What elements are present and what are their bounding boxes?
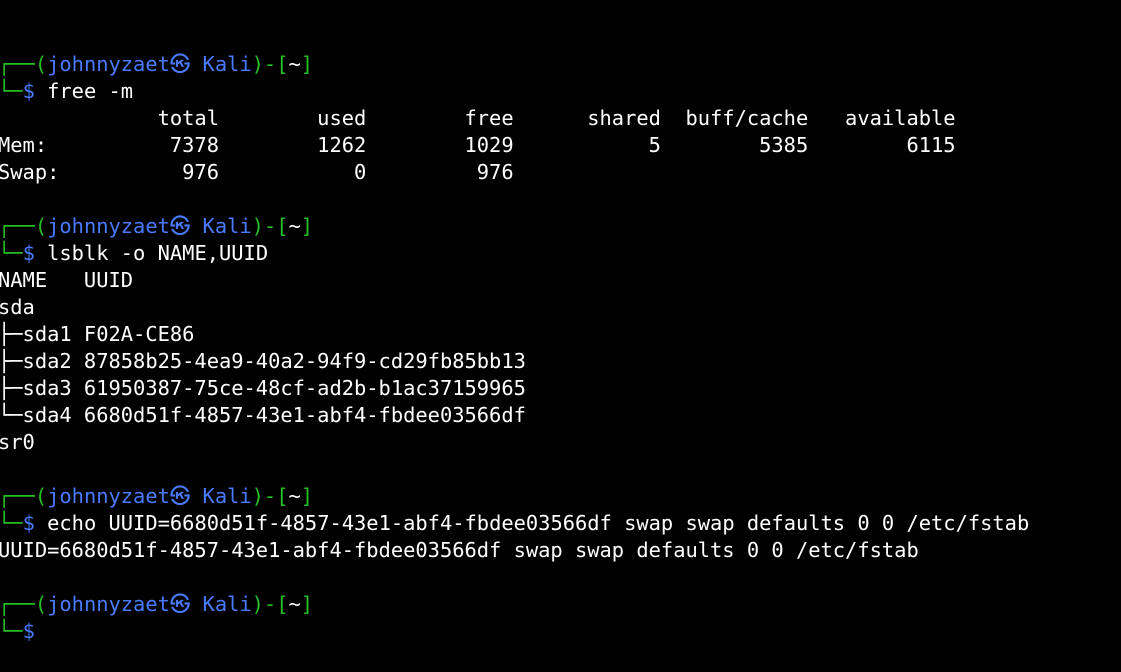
output-line: sr0	[0, 430, 35, 454]
prompt-corner-top: ┌──(	[0, 52, 48, 76]
prompt-path-close: ]	[300, 484, 314, 508]
prompt-corner-top: ┌──(	[0, 592, 48, 616]
output-line: UUID=6680d51f-4857-43e1-abf4-fbdee03566d…	[0, 538, 919, 562]
prompt-corner-bottom: └─	[0, 241, 23, 265]
prompt-path: ~	[288, 592, 301, 616]
command-text: lsblk -o NAME,UUID	[47, 241, 269, 265]
prompt-path-open: )-[	[251, 484, 289, 508]
prompt-path: ~	[288, 484, 301, 508]
prompt-user-host: johnnyzaet㉿ Kali	[47, 592, 252, 616]
prompt-path-open: )-[	[251, 592, 289, 616]
prompt-corner-top: ┌──(	[0, 214, 48, 238]
command-line: └─$ echo UUID=6680d51f-4857-43e1-abf4-fb…	[0, 510, 1119, 537]
prompt-user-host: johnnyzaet㉿ Kali	[47, 52, 252, 76]
active-command-line[interactable]: └─$	[0, 618, 1119, 645]
output-line: ├─sda1 F02A-CE86	[0, 322, 195, 346]
command-text: free -m	[47, 79, 134, 103]
output-line: sda	[0, 295, 35, 319]
prompt-header: ┌──(johnnyzaet㉿ Kali)-[~]	[0, 483, 1119, 510]
prompt-dollar: $	[22, 241, 35, 265]
prompt-user-host: johnnyzaet㉿ Kali	[47, 484, 252, 508]
prompt-dollar: $	[22, 79, 35, 103]
command-line: └─$ free -m	[0, 78, 1119, 105]
prompt-corner-bottom: └─	[0, 511, 23, 535]
prompt-path-open: )-[	[251, 52, 289, 76]
prompt-path-close: ]	[300, 52, 314, 76]
prompt-corner-bottom: └─	[0, 619, 23, 643]
prompt-corner-bottom: └─	[0, 79, 23, 103]
output-line: Swap: 976 0 976	[0, 160, 514, 184]
prompt-path-open: )-[	[251, 214, 289, 238]
output-line: ├─sda2 87858b25-4ea9-40a2-94f9-cd29fb85b…	[0, 349, 526, 373]
prompt-dollar: $	[22, 619, 35, 643]
prompt-header: ┌──(johnnyzaet㉿ Kali)-[~]	[0, 591, 1119, 618]
output-line: └─sda4 6680d51f-4857-43e1-abf4-fbdee0356…	[0, 403, 526, 427]
output-line: NAME UUID	[0, 268, 134, 292]
prompt-dollar: $	[22, 511, 35, 535]
prompt-path-close: ]	[300, 214, 314, 238]
command-line: └─$ lsblk -o NAME,UUID	[0, 240, 1119, 267]
terminal-window[interactable]: ┌──(johnnyzaet㉿ Kali)-[~] └─$ free -m to…	[0, 0, 1119, 672]
output-line: ├─sda3 61950387-75ce-48cf-ad2b-b1ac37159…	[0, 376, 526, 400]
prompt-header: ┌──(johnnyzaet㉿ Kali)-[~]	[0, 213, 1119, 240]
prompt-user-host: johnnyzaet㉿ Kali	[47, 214, 252, 238]
output-line: Mem: 7378 1262 1029 5 5385 6115	[0, 133, 956, 157]
prompt-corner-top: ┌──(	[0, 484, 48, 508]
output-line: total used free shared buff/cache availa…	[0, 106, 956, 130]
prompt-header: ┌──(johnnyzaet㉿ Kali)-[~]	[0, 51, 1119, 78]
prompt-path-close: ]	[300, 592, 314, 616]
prompt-path: ~	[288, 52, 301, 76]
prompt-path: ~	[288, 214, 301, 238]
command-text: echo UUID=6680d51f-4857-43e1-abf4-fbdee0…	[47, 511, 1030, 535]
